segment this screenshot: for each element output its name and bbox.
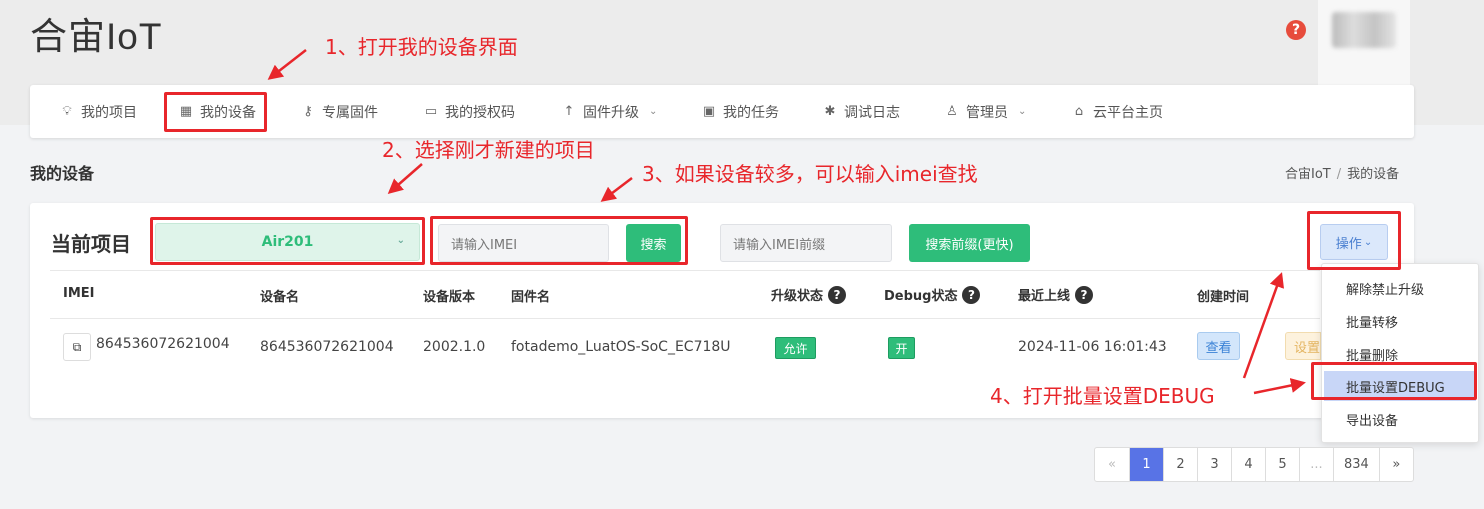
- nav-item-cloud-home[interactable]: ⌂ 云平台主页: [1071, 85, 1163, 138]
- prefix-search-button[interactable]: 搜索前缀(更快): [909, 224, 1030, 262]
- help-icon[interactable]: ?: [962, 285, 981, 304]
- nav-item-label: 我的项目: [81, 104, 137, 121]
- help-icon[interactable]: ?: [1286, 20, 1306, 40]
- card-icon: ▭: [424, 104, 438, 119]
- operate-menu: 解除禁止升级 批量转移 批量删除 批量设置DEBUG 导出设备: [1321, 263, 1479, 443]
- breadcrumb: 合宙IoT / 我的设备: [1285, 163, 1399, 182]
- pagination-prev[interactable]: «: [1095, 448, 1129, 481]
- nav-item-label: 专属固件: [322, 104, 378, 121]
- column-header-label: 创建时间: [1197, 290, 1250, 305]
- column-header-label: 设备名: [260, 290, 300, 305]
- annotation-step-2: 2、选择刚才新建的项目: [382, 138, 595, 162]
- column-header-label: 固件名: [511, 290, 551, 305]
- annotation-step-1: 1、打开我的设备界面: [325, 35, 518, 59]
- menu-item-unban-upgrade[interactable]: 解除禁止升级: [1322, 273, 1478, 303]
- lightbulb-icon: 💡︎: [62, 104, 72, 119]
- annotation-step-3: 3、如果设备较多，可以输入imei查找: [642, 162, 978, 186]
- breadcrumb-separator: /: [1336, 167, 1342, 182]
- column-header-label: 设备版本: [423, 290, 476, 305]
- arrow-step-3: [600, 177, 633, 202]
- user-icon: ♙: [946, 104, 958, 119]
- cell-last-online: 2024-11-06 16:01:43: [1018, 339, 1167, 355]
- pagination-page[interactable]: 3: [1197, 448, 1231, 481]
- column-header-label: IMEI: [63, 286, 95, 301]
- nav-item-admin[interactable]: ♙ 管理员 ⌄: [944, 85, 1026, 138]
- upgrade-status-badge: 允许: [775, 337, 816, 359]
- nav-item-tasks[interactable]: ▣ 我的任务: [701, 85, 779, 138]
- annotation-box-project: [150, 217, 425, 265]
- menu-item-batch-transfer[interactable]: 批量转移: [1322, 306, 1478, 336]
- cell-firmware: fotademo_LuatOS-SoC_EC718U: [511, 339, 731, 355]
- nav-item-label: 我的任务: [723, 104, 779, 121]
- annotation-box-search: [430, 216, 688, 265]
- annotation-step-4: 4、打开批量设置DEBUG: [990, 384, 1215, 408]
- bug-icon: ✱: [824, 104, 836, 119]
- user-menu[interactable]: [1318, 0, 1410, 85]
- column-header-firmware: 固件名: [511, 286, 550, 305]
- cell-imei: 864536072621004: [96, 336, 230, 352]
- breadcrumb-current: 我的设备: [1347, 167, 1400, 182]
- column-header-debug-status: Debug状态?: [884, 285, 981, 304]
- nav-item-label: 我的授权码: [445, 104, 515, 121]
- pagination-page[interactable]: 834: [1333, 448, 1379, 481]
- arrow-up-icon: ↑: [563, 104, 575, 119]
- page-title: 我的设备: [30, 164, 95, 183]
- nav-item-label: 固件升级: [583, 104, 639, 121]
- home-icon: ⌂: [1074, 104, 1084, 119]
- copy-icon[interactable]: ⧉: [63, 333, 91, 361]
- column-header-name: 设备名: [260, 286, 299, 305]
- column-header-imei: IMEI: [63, 286, 95, 301]
- cell-version: 2002.1.0: [423, 339, 486, 355]
- cell-device-name: 864536072621004: [260, 339, 394, 355]
- avatar[interactable]: [1332, 12, 1396, 48]
- pagination: « 1 2 3 4 5 ... 834 »: [1094, 447, 1414, 482]
- chevron-down-icon: ⌄: [649, 106, 658, 117]
- nav-item-firmware-upgrade[interactable]: ↑ 固件升级 ⌄: [561, 85, 658, 138]
- nav-item-label: 云平台主页: [1093, 104, 1163, 121]
- divider: [50, 270, 1320, 271]
- pagination-ellipsis: ...: [1299, 448, 1333, 481]
- column-header-label: 最近上线: [1018, 289, 1071, 304]
- menu-item-export-devices[interactable]: 导出设备: [1322, 404, 1478, 434]
- debug-status-badge: 开: [888, 337, 915, 359]
- annotation-box-devices: [164, 92, 267, 132]
- nav-item-label: 调试日志: [844, 104, 900, 121]
- pagination-page[interactable]: 4: [1231, 448, 1265, 481]
- key-icon: ⚷: [303, 104, 313, 119]
- help-icon[interactable]: ?: [1075, 285, 1094, 304]
- arrow-step-2: [387, 163, 423, 194]
- breadcrumb-link-home[interactable]: 合宙IoT: [1285, 167, 1331, 182]
- nav-item-projects[interactable]: 💡︎ 我的项目: [59, 85, 137, 138]
- pagination-page[interactable]: 5: [1265, 448, 1299, 481]
- column-header-created: 创建时间: [1197, 286, 1249, 305]
- setting-button[interactable]: 设置: [1285, 332, 1321, 360]
- pagination-next[interactable]: »: [1378, 448, 1413, 481]
- project-label: 当前项目: [51, 232, 131, 256]
- calendar-icon: ▣: [702, 104, 716, 119]
- nav-item-auth-codes[interactable]: ▭ 我的授权码: [423, 85, 515, 138]
- help-icon[interactable]: ?: [828, 285, 847, 304]
- pagination-page[interactable]: 1: [1129, 448, 1163, 481]
- nav-item-label: 管理员: [966, 104, 1008, 121]
- view-button[interactable]: 查看: [1197, 332, 1240, 360]
- column-header-version: 设备版本: [423, 286, 475, 305]
- annotation-box-batch-debug: [1311, 362, 1477, 400]
- imei-prefix-input[interactable]: 请输入IMEI前缀: [720, 224, 892, 262]
- nav-item-firmware[interactable]: ⚷ 专属固件: [300, 85, 378, 138]
- brand-logo-text[interactable]: 合宙IoT: [30, 6, 162, 60]
- column-header-upgrade-status: 升级状态?: [771, 285, 847, 304]
- divider: [50, 318, 1320, 319]
- column-header-label: 升级状态: [771, 289, 824, 304]
- column-header-last-online: 最近上线?: [1018, 285, 1094, 304]
- nav-item-debug-log[interactable]: ✱ 调试日志: [822, 85, 900, 138]
- chevron-down-icon: ⌄: [1018, 106, 1027, 117]
- annotation-box-operate: [1307, 211, 1401, 270]
- pagination-page[interactable]: 2: [1163, 448, 1197, 481]
- column-header-label: Debug状态: [884, 289, 958, 304]
